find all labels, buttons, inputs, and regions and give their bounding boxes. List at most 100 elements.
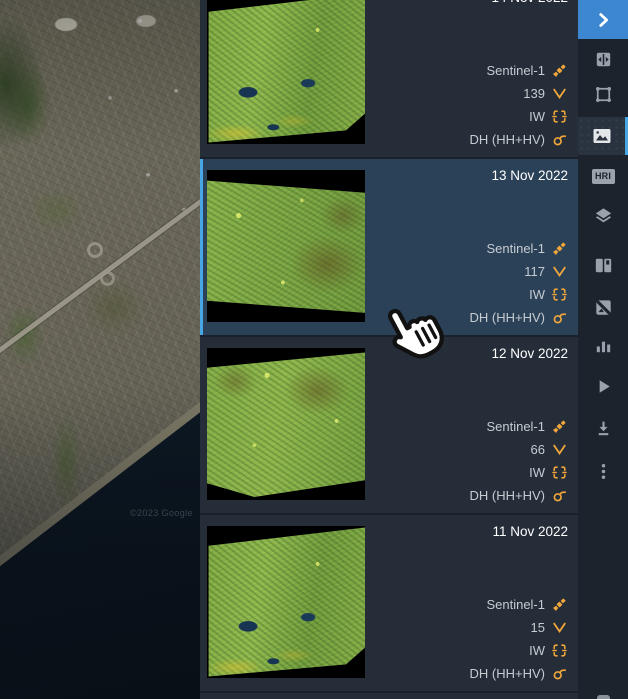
acquisition-mode: IW bbox=[529, 109, 545, 124]
result-date: 14 Nov 2022 bbox=[491, 0, 568, 5]
satellite-row: Sentinel-1 bbox=[486, 593, 568, 616]
result-card[interactable]: 14 Nov 2022 Sentinel-1 139 IW DH (HH+HV) bbox=[200, 0, 578, 159]
acquisition-mode-icon bbox=[551, 464, 568, 481]
search-results-panel: 14 Nov 2022 Sentinel-1 139 IW DH (HH+HV) bbox=[200, 0, 578, 699]
acquisition-mode: IW bbox=[529, 465, 545, 480]
result-metadata: Sentinel-1 139 IW DH (HH+HV) bbox=[470, 59, 568, 151]
acquisition-mode: IW bbox=[529, 643, 545, 658]
bar-chart-icon bbox=[592, 334, 615, 357]
atlas-button[interactable] bbox=[578, 246, 628, 284]
result-thumbnail[interactable] bbox=[207, 526, 365, 678]
result-thumbnail[interactable] bbox=[207, 170, 365, 322]
orbit-row: 15 bbox=[531, 616, 568, 639]
sar-footprint-image bbox=[207, 0, 365, 144]
result-metadata: Sentinel-1 117 IW DH (HH+HV) bbox=[470, 237, 568, 329]
polarization-icon bbox=[551, 487, 568, 504]
polarization-icon bbox=[551, 131, 568, 148]
orbit-direction-icon bbox=[551, 441, 568, 458]
statistics-button[interactable] bbox=[578, 326, 628, 364]
polarization: DH (HH+HV) bbox=[470, 666, 545, 681]
satellite-name: Sentinel-1 bbox=[486, 597, 545, 612]
satellite-row: Sentinel-1 bbox=[486, 59, 568, 82]
mode-row: IW bbox=[529, 283, 568, 306]
download-button[interactable] bbox=[578, 409, 628, 447]
polarization: DH (HH+HV) bbox=[470, 310, 545, 325]
polarization-icon bbox=[551, 665, 568, 682]
chevron-right-icon bbox=[592, 9, 614, 31]
hide-previews-button[interactable] bbox=[578, 288, 628, 326]
collapse-panel-button[interactable] bbox=[578, 0, 628, 39]
result-metadata: Sentinel-1 66 IW DH (HH+HV) bbox=[470, 415, 568, 507]
orbit-direction-icon bbox=[551, 619, 568, 636]
polarization: DH (HH+HV) bbox=[470, 132, 545, 147]
result-card-selected[interactable]: 13 Nov 2022 Sentinel-1 117 IW DH (HH+HV) bbox=[200, 159, 578, 337]
sar-footprint-image bbox=[207, 170, 365, 322]
orbit-direction-icon bbox=[551, 85, 568, 102]
map-roundabout bbox=[100, 271, 115, 286]
satellite-icon bbox=[551, 418, 568, 435]
polarization-row: DH (HH+HV) bbox=[470, 484, 568, 507]
result-thumbnail[interactable] bbox=[207, 0, 365, 144]
compare-icon bbox=[592, 48, 615, 71]
acquisition-mode-icon bbox=[551, 286, 568, 303]
polarization-row: DH (HH+HV) bbox=[470, 662, 568, 685]
timelapse-button[interactable] bbox=[578, 367, 628, 405]
play-icon bbox=[592, 375, 615, 398]
satellite-icon bbox=[551, 240, 568, 257]
satellite-name: Sentinel-1 bbox=[486, 241, 545, 256]
satellite-row: Sentinel-1 bbox=[486, 415, 568, 438]
layers-button[interactable] bbox=[578, 196, 628, 234]
image-results-icon bbox=[590, 124, 614, 148]
acquisition-mode-icon bbox=[551, 108, 568, 125]
orbit-row: 66 bbox=[531, 438, 568, 461]
polarization-row: DH (HH+HV) bbox=[470, 306, 568, 329]
result-date: 11 Nov 2022 bbox=[492, 524, 568, 539]
eo-browser-window: ©2023 Google 14 Nov 2022 Sentinel-1 139 … bbox=[0, 0, 628, 699]
more-options-button[interactable] bbox=[578, 452, 628, 490]
polarization: DH (HH+HV) bbox=[470, 488, 545, 503]
feedback-icon[interactable] bbox=[597, 695, 610, 699]
download-icon bbox=[592, 417, 615, 440]
mode-row: IW bbox=[529, 105, 568, 128]
orbit-row: 117 bbox=[524, 260, 568, 283]
orbit-row: 139 bbox=[523, 82, 568, 105]
orbit-number: 117 bbox=[524, 264, 545, 279]
map-canvas[interactable]: ©2023 Google bbox=[0, 0, 200, 699]
acquisition-mode-icon bbox=[551, 642, 568, 659]
sar-footprint-image bbox=[207, 526, 365, 678]
map-roundabout bbox=[87, 242, 103, 258]
polarization-row: DH (HH+HV) bbox=[470, 128, 568, 151]
orbit-direction-icon bbox=[551, 263, 568, 280]
result-date: 13 Nov 2022 bbox=[491, 168, 568, 183]
satellite-row: Sentinel-1 bbox=[486, 237, 568, 260]
compare-button[interactable] bbox=[578, 40, 628, 78]
result-metadata: Sentinel-1 15 IW DH (HH+HV) bbox=[470, 593, 568, 685]
orbit-number: 139 bbox=[523, 86, 545, 101]
results-tab-button[interactable] bbox=[578, 117, 628, 155]
result-card-partial[interactable] bbox=[200, 693, 578, 699]
satellite-name: Sentinel-1 bbox=[486, 63, 545, 78]
tools-sidebar: HRI bbox=[578, 0, 628, 699]
orbit-number: 15 bbox=[531, 620, 545, 635]
hri-button[interactable]: HRI bbox=[578, 157, 628, 195]
orbit-number: 66 bbox=[531, 442, 545, 457]
hri-icon: HRI bbox=[592, 169, 615, 184]
mode-row: IW bbox=[529, 461, 568, 484]
image-slash-icon bbox=[592, 296, 615, 319]
draw-area-icon bbox=[592, 83, 615, 106]
satellite-icon bbox=[551, 62, 568, 79]
layers-icon bbox=[592, 204, 615, 227]
kebab-menu-icon bbox=[592, 460, 615, 483]
atlas-icon bbox=[592, 254, 615, 277]
map-attribution: ©2023 Google bbox=[130, 508, 193, 518]
result-card[interactable]: 11 Nov 2022 Sentinel-1 15 IW DH (HH+HV) bbox=[200, 515, 578, 693]
mode-row: IW bbox=[529, 639, 568, 662]
result-thumbnail[interactable] bbox=[207, 348, 365, 500]
acquisition-mode: IW bbox=[529, 287, 545, 302]
result-card[interactable]: 12 Nov 2022 Sentinel-1 66 IW DH (HH+HV) bbox=[200, 337, 578, 515]
result-date: 12 Nov 2022 bbox=[491, 346, 568, 361]
satellite-name: Sentinel-1 bbox=[486, 419, 545, 434]
sar-footprint-image bbox=[207, 348, 365, 500]
satellite-icon bbox=[551, 596, 568, 613]
draw-area-button[interactable] bbox=[578, 75, 628, 113]
